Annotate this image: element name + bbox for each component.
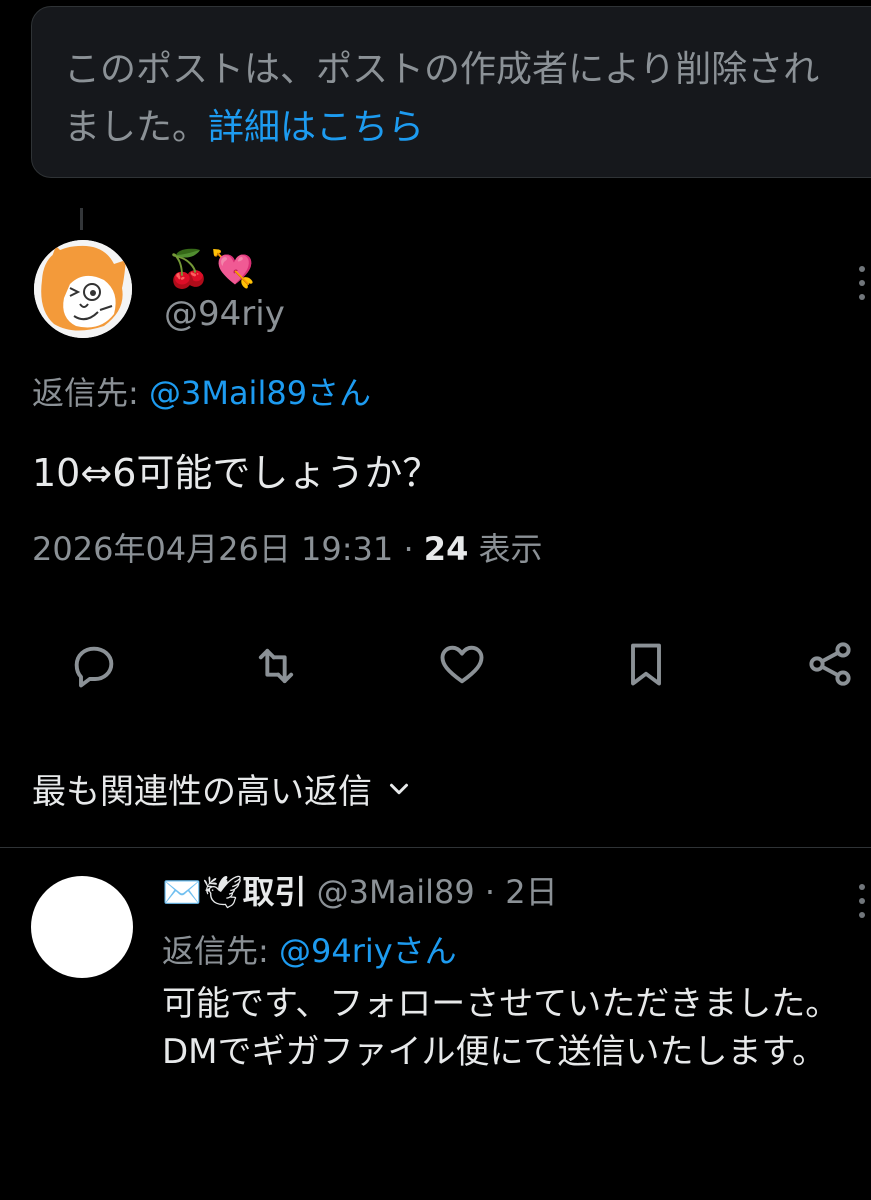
reply-to-label: 返信先:	[32, 374, 149, 412]
post-meta: 2026年04月26日 19:31 · 24 表示	[32, 524, 543, 570]
post-text: 10⇔6可能でしょうか？	[32, 451, 441, 495]
details-link[interactable]: 詳細はこちら	[208, 107, 424, 148]
view-count: 24	[423, 530, 469, 568]
reply-text: 可能です、フォローさせていただきました。 DMでギガファイル便にて送信いたします…	[162, 984, 840, 1072]
chevron-down-icon	[390, 783, 408, 794]
view-label: 表示	[468, 530, 543, 568]
reply-to-mention[interactable]: @3Mail89さん	[149, 374, 371, 412]
repost-icon[interactable]	[250, 640, 302, 692]
display-name-emojis: 🍒💘	[166, 249, 256, 290]
sort-label: 最も関連性の高い返信	[32, 772, 372, 812]
thread-connector	[80, 208, 83, 230]
share-icon[interactable]	[804, 638, 856, 690]
reply-name-emojis: ✉️🕊	[162, 873, 243, 911]
divider	[0, 847, 871, 848]
meta-separator: ·	[393, 530, 424, 568]
hamster-avatar-icon	[34, 240, 132, 338]
reply-reply-to-label: 返信先:	[162, 932, 279, 970]
reply-display-name[interactable]: 取引	[242, 873, 306, 911]
deleted-notice-text: このポストは、ポストの作成者により削除されました。詳細はこちら	[64, 41, 844, 157]
reply-header: ✉️🕊取引 @3Mail89 · 2日	[162, 870, 558, 914]
reply-sort-selector[interactable]: 最も関連性の高い返信	[32, 764, 414, 813]
reply-reply-to-line: 返信先: @94riyさん	[162, 926, 457, 972]
like-icon[interactable]	[436, 638, 488, 690]
reply-time[interactable]: · 2日	[475, 873, 558, 911]
more-options-icon[interactable]	[855, 262, 869, 302]
bookmark-icon[interactable]	[620, 638, 672, 690]
deleted-notice-message: このポストは、ポストの作成者により削除されました。	[64, 49, 820, 148]
deleted-post-notice: このポストは、ポストの作成者により削除されました。詳細はこちら	[31, 6, 871, 178]
reply-reply-to-mention[interactable]: @94riyさん	[279, 932, 457, 970]
avatar[interactable]	[34, 240, 132, 338]
reply-avatar[interactable]	[31, 876, 133, 978]
reply-more-options-icon[interactable]	[855, 880, 869, 920]
reply-handle[interactable]: @3Mail89	[317, 873, 475, 911]
post-timestamp[interactable]: 2026年04月26日 19:31	[32, 530, 393, 568]
post-handle[interactable]: @94riy	[164, 294, 285, 334]
reply-icon[interactable]	[68, 640, 120, 692]
reply-to-line: 返信先: @3Mail89さん	[32, 368, 371, 414]
